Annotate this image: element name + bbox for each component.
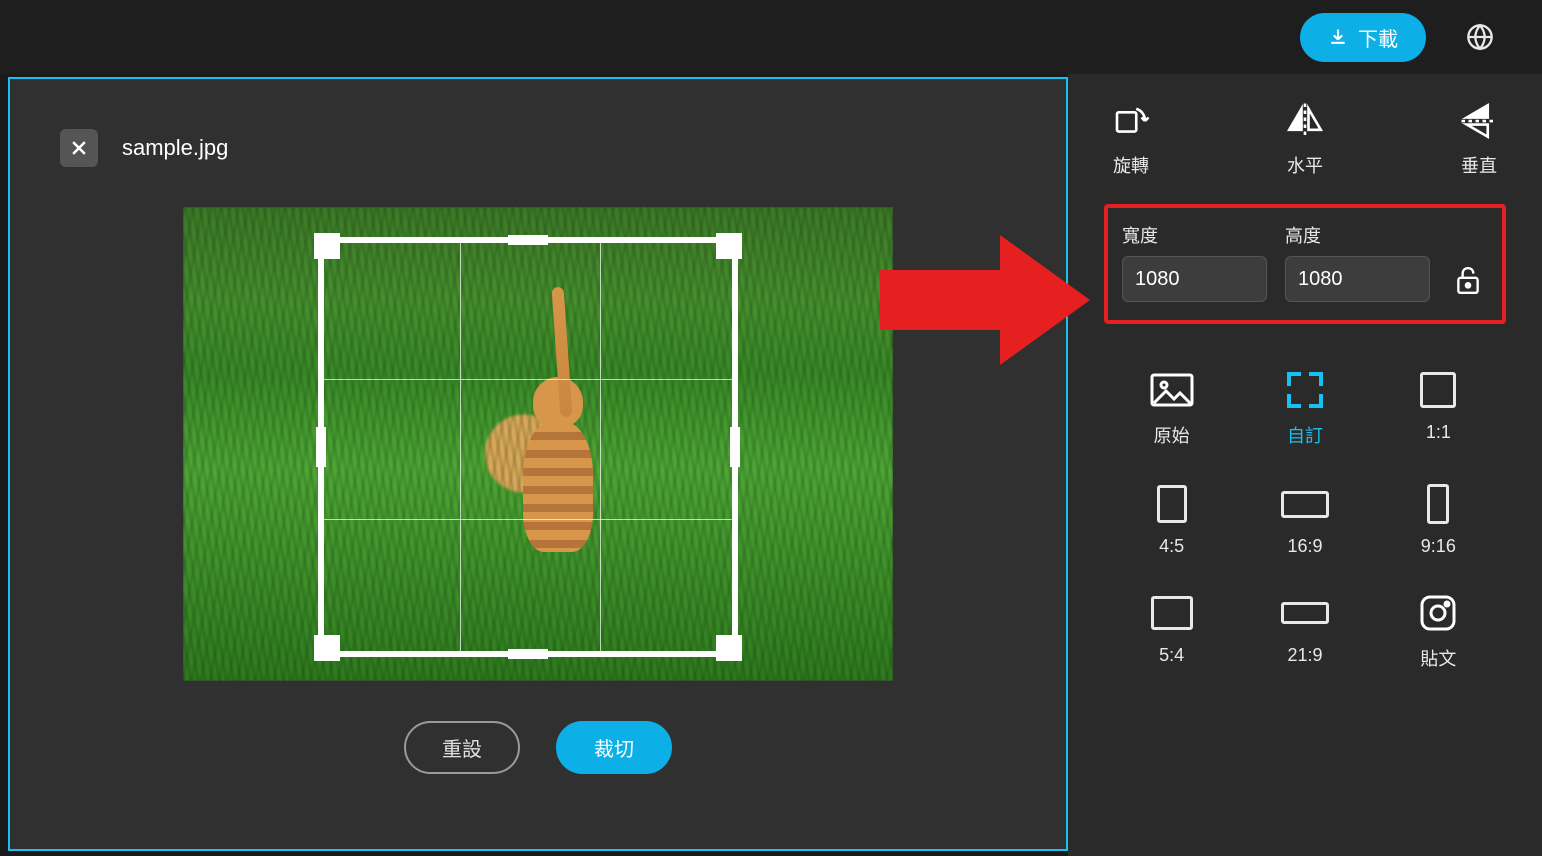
- ratio-label: 1:1: [1426, 422, 1451, 443]
- download-icon: [1328, 27, 1348, 47]
- properties-panel: 旋轉 水平 垂直 寬度: [1068, 74, 1542, 856]
- language-icon[interactable]: [1466, 23, 1494, 51]
- rotate-label: 旋轉: [1113, 152, 1149, 178]
- unlock-icon: [1454, 265, 1482, 295]
- image-icon: [1150, 373, 1194, 407]
- close-button[interactable]: [60, 129, 98, 167]
- crop-handle-right[interactable]: [730, 427, 740, 467]
- ratio-5-4[interactable]: 5:4: [1114, 593, 1229, 671]
- ratio-label: 原始: [1154, 422, 1190, 448]
- crop-handle-left[interactable]: [316, 427, 326, 467]
- aspect-lock-button[interactable]: [1448, 258, 1488, 302]
- aspect-ratio-list: 原始 自訂 1:1 4:5: [1104, 364, 1506, 764]
- ratio-label: 5:4: [1159, 645, 1184, 666]
- file-header: sample.jpg: [60, 129, 1016, 167]
- ratio-label: 16:9: [1287, 536, 1322, 557]
- crop-handle-top-left[interactable]: [314, 233, 340, 259]
- custom-crop-icon: [1285, 370, 1325, 410]
- ratio-16-9[interactable]: 16:9: [1247, 484, 1362, 557]
- crop-handle-top-right[interactable]: [716, 233, 742, 259]
- download-button[interactable]: 下載: [1300, 13, 1426, 62]
- ratio-post[interactable]: 貼文: [1381, 593, 1496, 671]
- editor-panel: sample.jpg 重設 裁切: [8, 77, 1068, 851]
- flip-vertical-button[interactable]: 垂直: [1458, 100, 1500, 178]
- ratio-label: 4:5: [1159, 536, 1184, 557]
- flip-horizontal-button[interactable]: 水平: [1284, 100, 1326, 178]
- flip-vertical-label: 垂直: [1461, 152, 1497, 178]
- width-input[interactable]: [1122, 256, 1267, 302]
- reset-button[interactable]: 重設: [404, 721, 520, 774]
- ratio-label: 9:16: [1421, 536, 1456, 557]
- flip-horizontal-label: 水平: [1287, 152, 1323, 178]
- top-bar: 下載: [0, 0, 1542, 74]
- height-input[interactable]: [1285, 256, 1430, 302]
- crop-handle-top[interactable]: [508, 235, 548, 245]
- flip-vertical-icon: [1458, 100, 1500, 142]
- ratio-21-9[interactable]: 21:9: [1247, 593, 1362, 671]
- transform-tools: 旋轉 水平 垂直: [1104, 100, 1506, 204]
- height-label: 高度: [1285, 222, 1430, 248]
- crop-button[interactable]: 裁切: [556, 721, 672, 774]
- ratio-label: 貼文: [1420, 645, 1456, 671]
- crop-handle-bottom-left[interactable]: [314, 635, 340, 661]
- ratio-label: 21:9: [1287, 645, 1322, 666]
- flip-horizontal-icon: [1284, 100, 1326, 142]
- rotate-button[interactable]: 旋轉: [1110, 100, 1152, 178]
- dimensions-box: 寬度 高度: [1104, 204, 1506, 324]
- ratio-1-1[interactable]: 1:1: [1381, 370, 1496, 448]
- ratio-custom[interactable]: 自訂: [1247, 370, 1362, 448]
- action-row: 重設 裁切: [404, 721, 672, 774]
- download-label: 下載: [1358, 23, 1398, 52]
- close-icon: [69, 138, 89, 158]
- ratio-4-5[interactable]: 4:5: [1114, 484, 1229, 557]
- ratio-original[interactable]: 原始: [1114, 370, 1229, 448]
- filename-label: sample.jpg: [122, 135, 228, 161]
- width-label: 寬度: [1122, 222, 1267, 248]
- image-canvas[interactable]: [183, 207, 893, 681]
- crop-handle-bottom-right[interactable]: [716, 635, 742, 661]
- ratio-label: 自訂: [1287, 422, 1323, 448]
- ratio-9-16[interactable]: 9:16: [1381, 484, 1496, 557]
- instagram-icon: [1419, 594, 1457, 632]
- rotate-icon: [1110, 100, 1152, 142]
- height-field: 高度: [1285, 222, 1430, 302]
- crop-handle-bottom[interactable]: [508, 649, 548, 659]
- crop-frame[interactable]: [318, 237, 738, 657]
- width-field: 寬度: [1122, 222, 1267, 302]
